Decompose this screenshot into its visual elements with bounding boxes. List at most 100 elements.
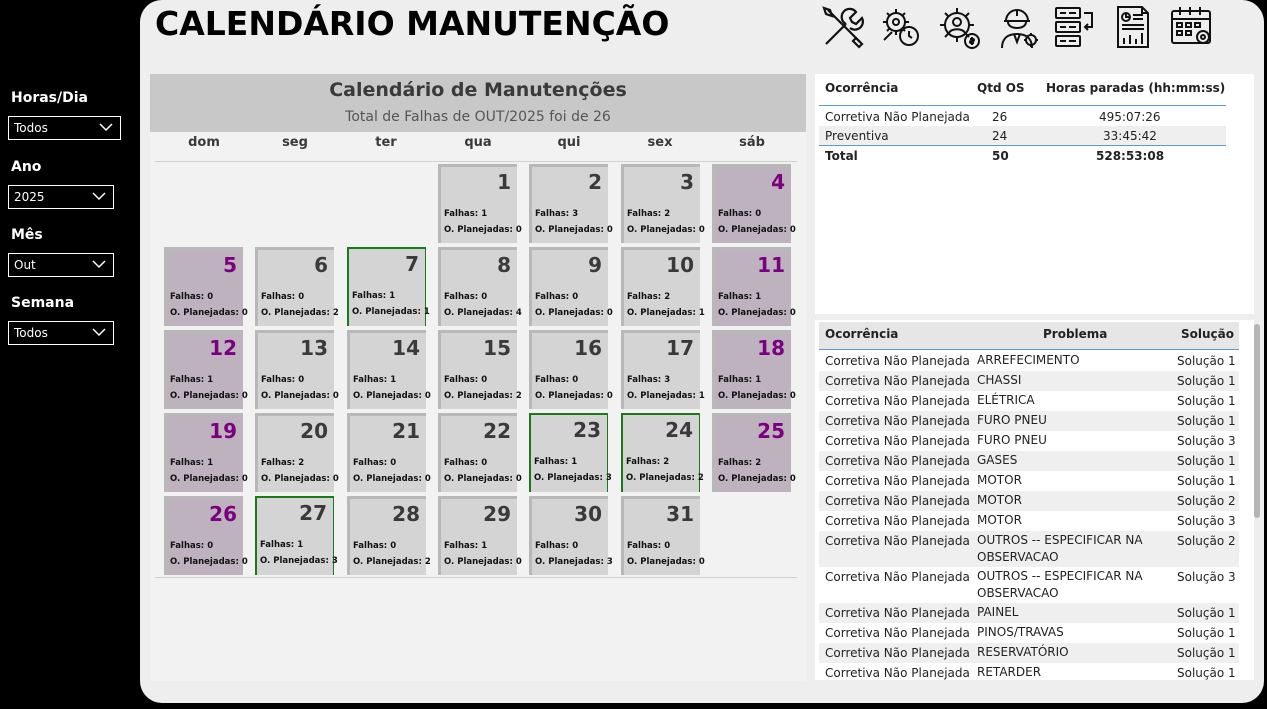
day-number: 21 — [392, 419, 420, 443]
calendar-day[interactable]: 16 Falhas: 0 O. Planejadas: 0 — [529, 330, 613, 409]
calendar-day[interactable]: 20 Falhas: 2 O. Planejadas: 0 — [255, 413, 339, 492]
day-planejadas: O. Planejadas: 4 — [444, 308, 522, 318]
falhas-value: 3 — [664, 375, 671, 385]
row-problema: MOTOR — [977, 493, 1022, 507]
horas-dia-dropdown[interactable]: Todos — [8, 116, 121, 140]
calendar-day[interactable]: 15 Falhas: 0 O. Planejadas: 2 — [438, 330, 522, 409]
summary-row-2-horas: 33:45:42 — [1103, 129, 1157, 143]
planejadas-value: 0 — [515, 225, 522, 235]
calendar-day[interactable]: 23 Falhas: 1 O. Planejadas: 3 — [529, 413, 612, 492]
weekday-dom: dom — [188, 135, 220, 150]
calendar-day[interactable]: 13 Falhas: 0 O. Planejadas: 0 — [255, 330, 339, 409]
row-solucao: Solução 1 — [1177, 414, 1236, 428]
day-falhas: Falhas: 1 — [352, 291, 395, 301]
falhas-label: Falhas: — [718, 375, 753, 385]
row-problema: ELÉTRICA — [977, 393, 1035, 407]
table-row[interactable]: Corretiva Não Planejada OUTROS -- ESPECIF… — [819, 531, 1239, 567]
calendar-day[interactable]: 4 Falhas: 0 O. Planejadas: 0 — [712, 164, 796, 243]
table-row[interactable]: Corretiva Não Planejada MOTOR Solução 2 — [819, 491, 1239, 511]
weekday-divider — [155, 161, 797, 162]
calendar-day[interactable]: 18 Falhas: 1 O. Planejadas: 0 — [712, 330, 796, 409]
row-problema: RETARDER — [977, 665, 1042, 679]
day-falhas: Falhas: 1 — [444, 541, 487, 551]
calendar-day[interactable]: 10 Falhas: 2 O. Planejadas: 1 — [621, 247, 705, 326]
table-row[interactable]: Corretiva Não Planejada RESERVATÓRIO Soluç… — [819, 643, 1239, 663]
calendar-day[interactable]: 5 Falhas: 0 O. Planejadas: 0 — [164, 247, 248, 326]
calendar-day[interactable]: 28 Falhas: 0 O. Planejadas: 2 — [347, 496, 431, 575]
calendar-day[interactable]: 17 Falhas: 3 O. Planejadas: 1 — [621, 330, 705, 409]
table-row[interactable]: Corretiva Não Planejada FURO PNEU Solução … — [819, 411, 1239, 431]
calendar-gear-icon[interactable] — [1168, 4, 1214, 50]
day-planejadas: O. Planejadas: 2 — [444, 391, 522, 401]
day-falhas: Falhas: 0 — [718, 209, 761, 219]
weekday-sab: sáb — [739, 135, 765, 150]
row-ocorrencia: Corretiva Não Planejada — [825, 394, 970, 408]
calendar-day[interactable]: 27 Falhas: 1 O. Planejadas: 3 — [255, 496, 338, 575]
table-row[interactable]: Corretiva Não Planejada CHASSI Solução 1 — [819, 371, 1239, 391]
table-row[interactable]: Corretiva Não Planejada GASES Solução 1 — [819, 451, 1239, 471]
falhas-label: Falhas: — [444, 292, 479, 302]
planejadas-value: 3 — [605, 473, 612, 483]
calendar-day[interactable]: 7 Falhas: 1 O. Planejadas: 1 — [347, 247, 430, 326]
day-planejadas: O. Planejadas: 0 — [627, 557, 705, 567]
table-row[interactable]: Corretiva Não Planejada FURO PNEU Solução … — [819, 431, 1239, 451]
falhas-label: Falhas: — [627, 541, 662, 551]
table-row[interactable]: Corretiva Não Planejada MOTOR Solução 1 — [819, 471, 1239, 491]
falhas-value: 0 — [664, 541, 671, 551]
day-falhas: Falhas: 1 — [718, 292, 761, 302]
table-row[interactable]: Corretiva Não Planejada ELÉTRICA Solução 1 — [819, 391, 1239, 411]
semana-dropdown[interactable]: Todos — [8, 321, 114, 345]
table-row[interactable]: Corretiva Não Planejada ARREFECIMENTO Solu… — [819, 351, 1239, 371]
calendar-day[interactable]: 29 Falhas: 1 O. Planejadas: 0 — [438, 496, 522, 575]
calendar-day[interactable]: 1 Falhas: 1 O. Planejadas: 0 — [438, 164, 522, 243]
day-falhas: Falhas: 1 — [353, 375, 396, 385]
planejadas-value: 0 — [789, 308, 796, 318]
day-number: 23 — [573, 418, 601, 442]
table-row[interactable]: Corretiva Não Planejada MOTOR Solução 3 — [819, 511, 1239, 531]
day-planejadas: O. Planejadas: 0 — [170, 474, 248, 484]
ano-dropdown[interactable]: 2025 — [8, 185, 114, 209]
falhas-value: 1 — [755, 292, 762, 302]
calendar-day[interactable]: 21 Falhas: 0 O. Planejadas: 0 — [347, 413, 431, 492]
list-transfer-icon[interactable] — [1052, 4, 1098, 50]
engineer-icon[interactable] — [994, 4, 1040, 50]
calendar-day[interactable]: 9 Falhas: 0 O. Planejadas: 0 — [529, 247, 613, 326]
report-chart-icon[interactable] — [1110, 4, 1156, 50]
table-row[interactable]: Corretiva Não Planejada RETARDER Solução 1 — [819, 663, 1239, 680]
day-number: 3 — [680, 170, 694, 194]
day-falhas: Falhas: 1 — [170, 458, 213, 468]
tools-icon[interactable] — [820, 4, 866, 50]
planejadas-label: O. Planejadas: — [170, 308, 239, 318]
mes-dropdown[interactable]: Out — [8, 253, 114, 277]
calendar-day[interactable]: 6 Falhas: 0 O. Planejadas: 2 — [255, 247, 339, 326]
calendar-day[interactable]: 30 Falhas: 0 O. Planejadas: 3 — [529, 496, 613, 575]
table-row[interactable]: Corretiva Não Planejada PINOS/TRAVAS Soluç… — [819, 623, 1239, 643]
planejadas-value: 0 — [332, 474, 339, 484]
row-ocorrencia: Corretiva Não Planejada — [825, 514, 970, 528]
calendar-day[interactable]: 22 Falhas: 0 O. Planejadas: 0 — [438, 413, 522, 492]
problem-table-scrollbar[interactable] — [1254, 324, 1260, 518]
calendar-day[interactable]: 19 Falhas: 1 O. Planejadas: 0 — [164, 413, 248, 492]
calendar-day[interactable]: 2 Falhas: 3 O. Planejadas: 0 — [529, 164, 613, 243]
weekday-sex: sex — [647, 135, 673, 150]
table-row[interactable]: Corretiva Não Planejada OUTROS -- ESPECIF… — [819, 567, 1239, 603]
calendar-day[interactable]: 8 Falhas: 0 O. Planejadas: 4 — [438, 247, 522, 326]
calendar-day[interactable]: 25 Falhas: 2 O. Planejadas: 0 — [712, 413, 796, 492]
planejadas-label: O. Planejadas: — [170, 391, 239, 401]
row-problema: PINOS/TRAVAS — [977, 625, 1064, 639]
calendar-day[interactable]: 12 Falhas: 1 O. Planejadas: 0 — [164, 330, 248, 409]
calendar-day[interactable]: 24 Falhas: 2 O. Planejadas: 2 — [621, 413, 704, 492]
calendar-day[interactable]: 11 Falhas: 1 O. Planejadas: 0 — [712, 247, 796, 326]
calendar-day[interactable]: 31 Falhas: 0 O. Planejadas: 0 — [621, 496, 705, 575]
gear-money-icon[interactable] — [936, 4, 982, 50]
planejadas-label: O. Planejadas: — [535, 557, 604, 567]
maintenance-clock-icon[interactable] — [878, 4, 924, 50]
planejadas-label: O. Planejadas: — [535, 308, 604, 318]
calendar-day[interactable]: 3 Falhas: 2 O. Planejadas: 0 — [621, 164, 705, 243]
day-falhas: Falhas: 2 — [627, 209, 670, 219]
day-number: 14 — [392, 336, 420, 360]
calendar-day[interactable]: 14 Falhas: 1 O. Planejadas: 0 — [347, 330, 431, 409]
filter-pane: Horas/Dia Todos Ano 2025 Mês Out Semana … — [0, 0, 140, 709]
calendar-day[interactable]: 26 Falhas: 0 O. Planejadas: 0 — [164, 496, 248, 575]
table-row[interactable]: Corretiva Não Planejada PAINEL Solução 1 — [819, 603, 1239, 623]
